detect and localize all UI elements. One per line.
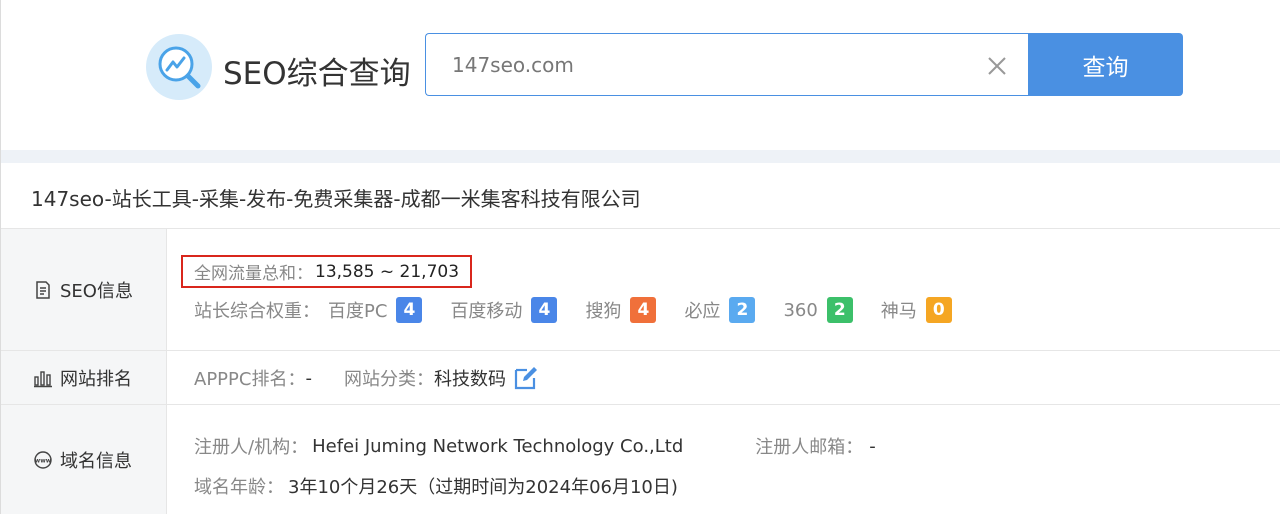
weight-shenma[interactable]: 神马 0 [881,297,952,323]
traffic-value: 13,585 ~ 21,703 [315,261,460,282]
weight-badge: 2 [729,297,756,323]
category-value: 科技数码 [433,369,506,390]
brand-title: SEO综合查询 [223,56,411,92]
search-input[interactable] [452,49,972,81]
weight-name: 神马 [880,301,917,322]
weights-line: 站长综合权重： 百度PC 4 百度移动 4 搜狗 4 必应 2 360 2 神马… [194,295,980,325]
weight-name: 360 [783,299,818,321]
edit-icon[interactable] [512,364,540,392]
ranking-line: APPPC排名： - 网站分类： 科技数码 [194,363,540,393]
traffic-total-highlight: 全网流量总和： 13,585 ~ 21,703 [181,255,473,288]
page: SEO综合查询 查询 147seo-站长工具-采集-发布-免费采集器-成都一米集… [0,0,1280,514]
seo-info-row: SEO信息 全网流量总和： 13,585 ~ 21,703 站长综合权重： 百度… [1,229,1280,351]
header: SEO综合查询 查询 [1,0,1280,150]
weight-badge: 2 [826,297,853,323]
weight-name: 百度移动 [450,301,523,322]
weight-sogou[interactable]: 搜狗 4 [585,297,657,323]
section-divider [1,150,1280,163]
domain-text: 域名信息 [60,451,132,472]
registrant-line: 注册人/机构： Hefei Juming Network Technology … [194,431,876,461]
document-icon [33,280,53,300]
weight-baidu-mobile[interactable]: 百度移动 4 [450,297,558,323]
weight-badge: 4 [630,297,657,323]
weight-name: 百度PC [328,301,388,322]
domain-age-line: 域名年龄： 3年10个月26天（过期时间为2024年06月10日) [194,471,678,501]
weight-name: 必应 [684,301,721,322]
weight-name: 搜狗 [585,301,622,322]
apppc-value: - [305,367,312,389]
age-value: 3年10个月26天（过期时间为2024年06月10日) [288,477,678,498]
weight-bing[interactable]: 必应 2 [684,297,756,323]
domain-row: www 域名信息 注册人/机构： Hefei Juming Network Te… [1,405,1280,514]
seo-info-label: SEO信息 [1,229,167,350]
traffic-label: 全网流量总和： [194,264,313,284]
bar-chart-icon [33,368,53,388]
ranking-label: 网站排名 [1,351,167,404]
ranking-row: 网站排名 APPPC排名： - 网站分类： 科技数码 [1,351,1280,405]
info-table: SEO信息 全网流量总和： 13,585 ~ 21,703 站长综合权重： 百度… [1,228,1280,514]
seo-logo-icon [146,34,212,100]
age-label: 域名年龄： [194,477,284,498]
registrant-value: Hefei Juming Network Technology Co.,Ltd [312,435,684,457]
ranking-body: APPPC排名： - 网站分类： 科技数码 [167,351,1280,404]
site-title: 147seo-站长工具-采集-发布-免费采集器-成都一米集客科技有限公司 [31,187,641,211]
seo-info-text: SEO信息 [60,280,133,302]
apppc-label: APPPC排名： [194,369,306,390]
weights-label: 站长综合权重： [194,301,320,322]
domain-body: 注册人/机构： Hefei Juming Network Technology … [167,405,1280,514]
category-label: 网站分类： [343,369,434,390]
close-icon[interactable] [986,55,1008,77]
seo-info-body: 全网流量总和： 13,585 ~ 21,703 站长综合权重： 百度PC 4 百… [167,229,1280,350]
svg-text:www: www [35,458,52,465]
email-value: - [869,435,876,457]
domain-label: www 域名信息 [1,405,167,514]
ranking-text: 网站排名 [60,368,132,390]
www-globe-icon: www [33,450,53,470]
weight-badge: 4 [396,297,423,323]
weight-badge: 0 [925,297,952,323]
registrant-label: 注册人/机构： [194,437,309,458]
weight-360[interactable]: 360 2 [783,297,853,323]
email-label: 注册人邮箱： [755,437,864,458]
search-button[interactable]: 查询 [1028,33,1183,96]
weight-badge: 4 [531,297,558,323]
search-box [425,33,1029,96]
weight-baidu-pc[interactable]: 百度PC 4 [328,297,423,323]
